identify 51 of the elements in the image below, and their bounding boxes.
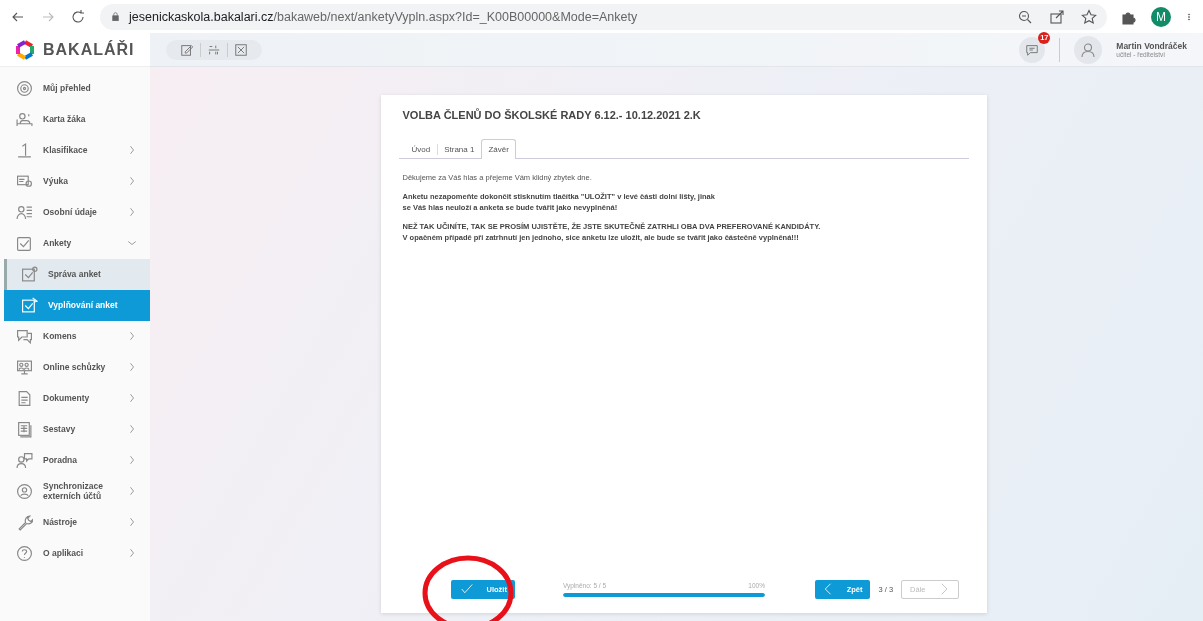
sidebar-item[interactable]: Poradna	[0, 445, 150, 476]
star-icon	[1081, 8, 1097, 25]
sidebar-item[interactable]: O aplikaci	[0, 538, 150, 569]
close-icon	[234, 42, 248, 57]
sidebar-item[interactable]: Dokumenty	[0, 383, 150, 414]
lock-icon	[110, 11, 121, 22]
profile-avatar[interactable]: M	[1151, 6, 1171, 27]
checkbox-cursor-icon	[21, 297, 38, 314]
checkbox-icon	[16, 235, 33, 252]
sidebar-item[interactable]: Klasifikace	[0, 135, 150, 166]
user-name: Martin Vondráček	[1116, 41, 1187, 51]
grade-icon	[16, 142, 33, 159]
sidebar-item[interactable]: Můj přehled	[0, 73, 150, 104]
document-icon	[16, 390, 33, 407]
zoom-out-icon	[1017, 8, 1033, 25]
chat-icon	[1025, 42, 1040, 57]
sidebar-item[interactable]: Online schůzky	[0, 352, 150, 383]
user-sync-icon	[16, 483, 33, 500]
survey-title: VOLBA ČLENŮ DO ŠKOLSKÉ RADY 6.12.- 10.12.2021 2.K	[402, 109, 702, 121]
advice-icon	[16, 452, 33, 469]
sidebar-item[interactable]: Komens	[0, 321, 150, 352]
edit-icon	[180, 42, 194, 57]
book-search-icon	[16, 173, 33, 190]
sidebar-item[interactable]: Karta žáka	[0, 104, 150, 135]
sidebar-item[interactable]: Výuka	[0, 166, 150, 197]
reload-icon	[70, 8, 86, 25]
video-call-icon	[16, 359, 33, 376]
share-icon	[1049, 8, 1065, 25]
survey-tab[interactable]: Úvod	[404, 139, 438, 159]
survey-tab[interactable]: Strana 1	[437, 139, 482, 159]
logo-text: BAKALÁŘI	[43, 40, 135, 59]
survey-tab[interactable]: Závěr	[481, 139, 516, 159]
sidebar-item[interactable]: Nástroje	[0, 507, 150, 538]
check-icon	[458, 583, 475, 595]
sidebar-item[interactable]: Synchronizace externích účtů	[0, 476, 150, 507]
sidebar-item[interactable]: Sestavy	[0, 414, 150, 445]
address-bar[interactable]: jesenickaskola.bakalari.cz/bakaweb/next/anketyVypln.aspx?Id=_K00B00000&Mode=Ankety	[100, 3, 1107, 30]
checkbox-gear-icon	[21, 266, 38, 283]
chat-icon	[16, 328, 33, 345]
user-avatar[interactable]	[1074, 35, 1103, 64]
wrench-icon	[16, 514, 33, 531]
person-icon	[1080, 41, 1097, 58]
table-icon	[16, 421, 33, 438]
person-list-icon	[16, 204, 33, 221]
logo-icon	[15, 39, 35, 60]
sidebar-item[interactable]: Ankety	[0, 228, 150, 259]
help-icon	[16, 545, 33, 562]
sidebar-subitem[interactable]: Správa anket	[4, 259, 150, 290]
sidebar-item[interactable]: Osobní údaje	[0, 197, 150, 228]
target-icon	[16, 80, 33, 97]
person-desk-icon	[16, 111, 33, 128]
